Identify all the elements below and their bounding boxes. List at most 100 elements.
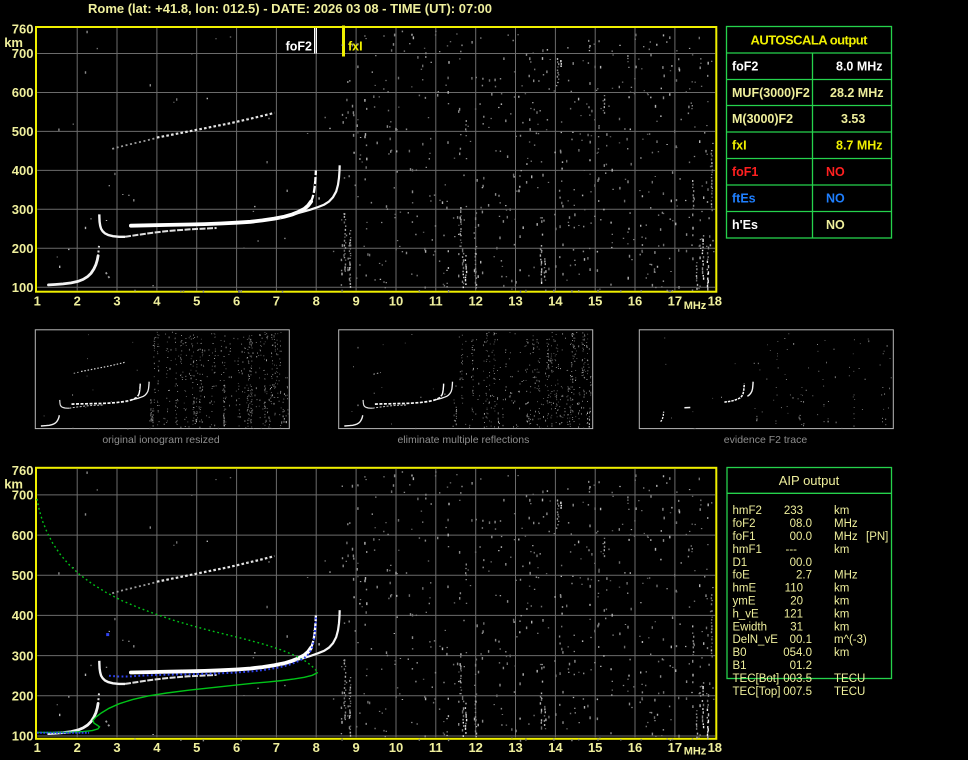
svg-text:2: 2: [74, 294, 81, 309]
svg-text:700: 700: [12, 46, 34, 61]
svg-text:8: 8: [313, 294, 320, 309]
svg-text:6: 6: [233, 294, 240, 309]
svg-text:original ionogram resized: original ionogram resized: [102, 434, 219, 446]
svg-text:200: 200: [12, 241, 34, 256]
svg-text:B1: B1: [733, 660, 747, 672]
svg-text:m^(-3): m^(-3): [834, 634, 867, 646]
svg-text:10: 10: [389, 740, 403, 755]
svg-text:km: km: [834, 505, 849, 517]
svg-text:AUTOSCALA output: AUTOSCALA output: [751, 33, 869, 48]
svg-text:Ewidth: Ewidth: [733, 621, 768, 633]
svg-text:foF1: foF1: [733, 531, 756, 543]
svg-text:MHz: MHz: [684, 746, 707, 756]
svg-text:TEC[Top]: TEC[Top]: [733, 686, 781, 698]
svg-text:TECU: TECU: [834, 673, 865, 685]
svg-text:400: 400: [12, 163, 34, 178]
svg-text:3: 3: [113, 294, 120, 309]
svg-text:hmF2: hmF2: [733, 505, 762, 517]
svg-text:16: 16: [628, 294, 642, 309]
svg-text:TEC[Bot]: TEC[Bot]: [733, 673, 780, 685]
svg-text:5: 5: [193, 740, 200, 755]
svg-text:500: 500: [12, 124, 34, 139]
svg-text:14: 14: [548, 294, 563, 309]
svg-text:121: 121: [784, 608, 803, 620]
svg-text:00.1: 00.1: [790, 634, 812, 646]
svg-text:1: 1: [34, 740, 41, 755]
svg-text:MHz: MHz: [834, 570, 858, 582]
svg-text:NO: NO: [826, 218, 845, 232]
svg-text:00.0: 00.0: [790, 557, 812, 569]
svg-text:km: km: [834, 608, 849, 620]
svg-text:01.2: 01.2: [790, 660, 812, 672]
svg-text:8.7 MHz: 8.7 MHz: [836, 139, 883, 153]
svg-text:km: km: [834, 621, 849, 633]
svg-text:km: km: [834, 544, 849, 556]
svg-text:054.0: 054.0: [783, 647, 812, 659]
svg-text:MUF(3000)F2: MUF(3000)F2: [732, 86, 810, 100]
svg-text:600: 600: [12, 528, 34, 543]
svg-text:foF2: foF2: [286, 40, 312, 54]
svg-text:007.5: 007.5: [783, 686, 812, 698]
svg-text:15: 15: [588, 740, 602, 755]
svg-text:evidence F2 trace: evidence F2 trace: [724, 434, 808, 446]
svg-text:14: 14: [548, 740, 563, 755]
svg-text:km: km: [834, 647, 849, 659]
svg-text:700: 700: [12, 488, 34, 503]
svg-text:fxI: fxI: [732, 139, 747, 153]
svg-text:foF2: foF2: [733, 518, 756, 530]
svg-text:13: 13: [508, 294, 522, 309]
svg-text:17: 17: [668, 740, 682, 755]
svg-text:h'Es: h'Es: [732, 218, 758, 232]
svg-text:18: 18: [708, 740, 722, 755]
svg-text:ftEs: ftEs: [732, 192, 756, 206]
svg-text:5: 5: [193, 294, 200, 309]
svg-text:B0: B0: [733, 647, 747, 659]
svg-text:00.0: 00.0: [790, 531, 812, 543]
svg-text:600: 600: [12, 85, 34, 100]
svg-text:110: 110: [785, 583, 803, 595]
svg-text:hmE: hmE: [733, 583, 757, 595]
svg-text:300: 300: [12, 202, 34, 217]
svg-text:4: 4: [153, 294, 161, 309]
svg-text:7: 7: [273, 294, 280, 309]
svg-text:ymE: ymE: [733, 596, 756, 608]
svg-text:500: 500: [12, 568, 34, 583]
svg-text:16: 16: [628, 740, 642, 755]
svg-text:9: 9: [352, 740, 359, 755]
svg-text:M(3000)F2: M(3000)F2: [732, 112, 793, 126]
svg-text:MHz: MHz: [834, 518, 858, 530]
svg-text:DelN_vE: DelN_vE: [733, 634, 779, 646]
svg-text:7: 7: [273, 740, 280, 755]
svg-text:28.2 MHz: 28.2 MHz: [830, 86, 884, 100]
svg-text:8.0 MHz: 8.0 MHz: [836, 60, 883, 74]
svg-text:MHz: MHz: [834, 531, 858, 543]
svg-text:2: 2: [74, 740, 81, 755]
svg-text:100: 100: [12, 280, 34, 295]
svg-text:3.53: 3.53: [841, 112, 865, 126]
svg-text:D1: D1: [733, 557, 748, 569]
svg-text:3: 3: [113, 740, 120, 755]
svg-text:300: 300: [12, 648, 34, 663]
svg-text:Rome (lat: +41.8, lon: 012.5): Rome (lat: +41.8, lon: 012.5) - DATE: 20…: [88, 1, 492, 16]
svg-text:17: 17: [668, 294, 682, 309]
svg-text:003.5: 003.5: [783, 673, 812, 685]
svg-text:foF2: foF2: [732, 60, 758, 74]
svg-text:6: 6: [233, 740, 240, 755]
svg-text:2.7: 2.7: [796, 570, 812, 582]
svg-text:100: 100: [12, 729, 34, 744]
svg-text:AIP output: AIP output: [779, 473, 840, 488]
svg-text:NO: NO: [826, 165, 845, 179]
svg-text:km: km: [834, 583, 849, 595]
svg-text:400: 400: [12, 608, 34, 623]
svg-text:10: 10: [389, 294, 403, 309]
svg-text:[PN]: [PN]: [866, 531, 888, 543]
svg-text:---: ---: [786, 544, 798, 556]
svg-text:foF1: foF1: [732, 165, 758, 179]
svg-text:12: 12: [468, 740, 482, 755]
svg-text:4: 4: [153, 740, 161, 755]
svg-text:MHz: MHz: [684, 300, 707, 312]
svg-text:15: 15: [588, 294, 602, 309]
svg-text:20: 20: [790, 596, 803, 608]
svg-text:31: 31: [790, 621, 803, 633]
svg-text:fxI: fxI: [348, 40, 363, 54]
